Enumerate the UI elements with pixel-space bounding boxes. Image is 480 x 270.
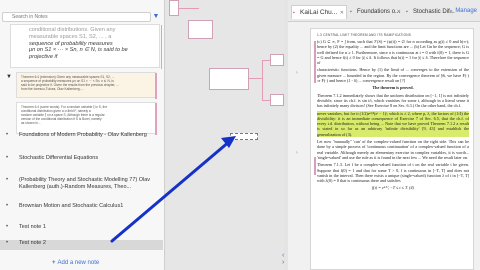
pdf-paragraph: The theorem is proved. — [372, 85, 414, 91]
app-window: ⌕ ▼ conditional distributions. Given any… — [0, 0, 480, 270]
list-item-title: Test note 1 — [19, 224, 46, 230]
list-item-title: Brownian Motion and Stochastic Calculus1 — [19, 203, 124, 209]
nav-arrow-icon[interactable]: › — [296, 70, 298, 76]
pdf-paragraph: Theorem 7.1.3. Let f be a complex-valued… — [317, 162, 469, 184]
note-card[interactable]: Theorem 6.4 (some words). For a random v… — [16, 102, 157, 135]
list-item[interactable]: • (Probability Theory and Stochastic Mod… — [0, 177, 163, 193]
mindmap-node[interactable] — [209, 68, 249, 90]
filter-icon[interactable]: ▼ — [151, 12, 161, 22]
notes-panel: ⌕ ▼ conditional distributions. Given any… — [0, 0, 165, 270]
list-item-title: Stochastic Differential Equations — [19, 155, 99, 161]
bullet-icon: • — [6, 224, 9, 230]
list-item-title: (Probability Theory and Stochastic Model… — [19, 177, 151, 190]
pdf-paragraph: characteristic functions. Hence by (1) t… — [317, 67, 469, 84]
list-item[interactable]: • Foundations of Modern Probability - Ol… — [0, 132, 163, 146]
list-item-title: Foundations of Modern Probability - Olav… — [19, 132, 147, 138]
note-color-bar — [161, 25, 162, 69]
bullet-icon: • — [6, 155, 9, 161]
pdf-paragraph: Theorem 7.1.2 immediately shows that the… — [317, 92, 469, 109]
collapse-triangle-icon[interactable]: ▼ — [6, 74, 12, 80]
note-cards: conditional distributions. Given any mea… — [2, 24, 162, 172]
pdf-icon: ▪ — [406, 9, 408, 15]
card-line: sequence of probability measures — [29, 40, 113, 47]
nav-arrow-icon[interactable]: › — [296, 150, 298, 156]
note-card[interactable]: Theorem 6.4 (extension) Given any measur… — [16, 72, 157, 99]
card-line: μn on S1 × ··· × Sn, n ∈ N, is said to b… — [29, 47, 128, 54]
pdf-paragraph: (c) G ⊆ ∞, F = ∫ from, such that ℱ(S) = … — [317, 39, 469, 66]
pdf-running-header: 1.3 CENTRAL LIMIT THEOREM AND ITS RAMIFI… — [317, 33, 412, 37]
annotation-marker — [314, 157, 316, 175]
list-item-selected[interactable]: • Test note 2 — [0, 240, 163, 250]
card-line: from the Ionescu-Tulcea, Olav Kallenberg… — [21, 87, 85, 91]
bullet-icon: • — [6, 177, 9, 183]
equation-text: f(t) = eᵏ⁽ᵗ⁾, −T ≤ t ≤ T. — [372, 185, 409, 191]
search-input[interactable] — [2, 12, 151, 22]
tab-foundations[interactable]: ▪ Foundations o... ✕ — [349, 5, 403, 19]
mindmap-node[interactable] — [270, 94, 284, 106]
pdf-highlighted-paragraph: never vanishes, but for it (1/2)eᵗ²/²(eᵗ… — [317, 110, 469, 138]
close-icon[interactable]: ✕ — [449, 5, 453, 19]
tab-label: Foundations o... — [357, 9, 401, 15]
pdf-page[interactable]: 1.3 CENTRAL LIMIT THEOREM AND ITS RAMIFI… — [310, 28, 474, 270]
card-line: measurable spaces S1, S2, ... , a — [29, 33, 112, 40]
card-line: projective if — [29, 54, 58, 61]
note-color-bar — [155, 103, 157, 135]
note-card-excerpt: Theorem 6.4 (extension) Given any measur… — [21, 75, 147, 91]
card-line: conditional distributions. Given any — [29, 27, 116, 33]
note-card[interactable]: conditional distributions. Given any mea… — [10, 24, 162, 69]
list-item[interactable]: • Stochastic Differential Equations — [0, 155, 163, 164]
tab-label: KaiLai Chu... — [300, 9, 338, 16]
close-icon[interactable]: ✕ — [397, 5, 401, 19]
mindmap-canvas[interactable]: ‹ › — [166, 0, 284, 270]
bullet-icon: • — [6, 203, 9, 209]
note-card-excerpt: Theorem 6.4 (some words). For a random v… — [21, 105, 147, 125]
add-note-label: Add a new note — [57, 260, 100, 266]
dragged-node-placeholder[interactable] — [230, 133, 258, 140]
mindmap-edge — [179, 8, 199, 9]
annotation-marker — [314, 41, 316, 83]
pdf-icon: ▪ — [350, 9, 352, 15]
close-icon[interactable]: ✕ — [340, 6, 344, 20]
tab-bar: ▪ KaiLai Chu... ✕ ▪ Foundations o... ✕ ▪… — [288, 0, 480, 22]
add-note-button[interactable]: + Add a new note — [52, 260, 99, 266]
mindmap-edge — [262, 60, 263, 100]
bullet-icon: • — [6, 240, 9, 246]
tab-stochastic[interactable]: ▪ Stochastic Dif... ✕ — [405, 5, 455, 19]
list-item[interactable]: • Test note 1 — [0, 224, 163, 233]
equation-number: (4) — [409, 185, 414, 191]
pdf-icon: ▪ — [293, 10, 295, 16]
card-line: as shown in... — [21, 121, 41, 125]
bullet-icon: • — [6, 132, 9, 138]
pdf-viewer: ▪ KaiLai Chu... ✕ ▪ Foundations o... ✕ ▪… — [288, 0, 480, 270]
note-color-bar — [155, 73, 157, 99]
mindmap-node[interactable] — [270, 54, 284, 66]
panel-resize-arrows-icon[interactable]: ‹ › — [282, 252, 284, 266]
manage-button[interactable]: Manage — [455, 8, 477, 14]
mindmap-edge — [249, 78, 263, 79]
mindmap-node[interactable] — [169, 0, 179, 16]
plus-icon: + — [52, 260, 56, 266]
pdf-equation: f(t) = eᵏ⁽ᵗ⁾, −T ≤ t ≤ T. (4) — [317, 185, 469, 190]
pdf-text: (c) G ⊆ ∞, F = ∫ from, such that ℱ(S) = … — [317, 39, 469, 193]
pdf-paragraph: Let now "manually" 'can' of the complex-… — [317, 139, 469, 160]
list-item[interactable]: • Brownian Motion and Stochastic Calculu… — [0, 203, 163, 212]
mindmap-node[interactable] — [188, 20, 213, 39]
note-card-text: conditional distributions. Given any mea… — [29, 27, 139, 61]
list-item-title: Test note 2 — [19, 240, 46, 246]
tab-kailai-chung[interactable]: ▪ KaiLai Chu... ✕ — [291, 5, 347, 19]
